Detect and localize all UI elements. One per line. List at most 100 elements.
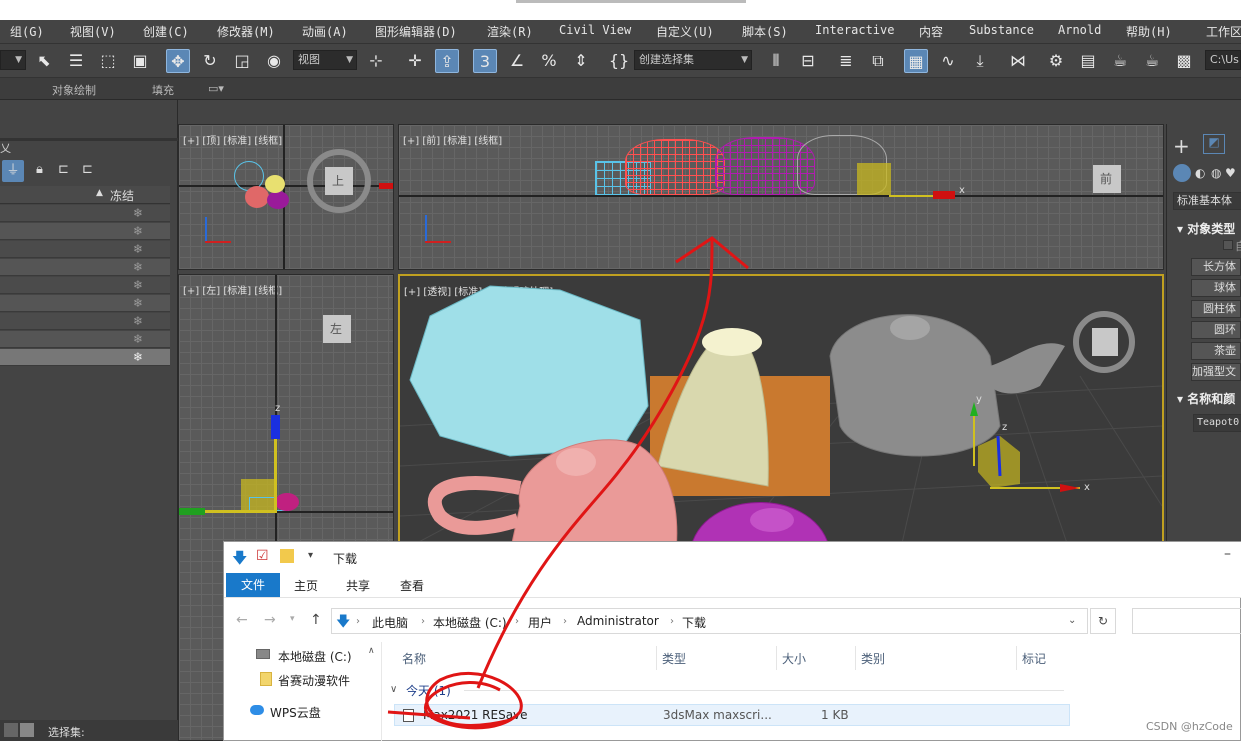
- rendered-frame-icon[interactable]: ▤: [1076, 49, 1100, 73]
- layer-icon[interactable]: [20, 723, 34, 737]
- rect-selection-icon[interactable]: ⬚: [96, 49, 120, 73]
- menu-view[interactable]: 视图(V): [70, 23, 116, 40]
- menu-arnold[interactable]: Arnold: [1058, 23, 1101, 37]
- scene-row[interactable]: ❄: [0, 295, 170, 312]
- refresh-icon[interactable]: ↻: [1090, 608, 1116, 634]
- up-icon[interactable]: ↑: [310, 612, 322, 628]
- spinner-snap-icon[interactable]: ⇕: [569, 49, 593, 73]
- new-folder-icon[interactable]: [280, 549, 294, 563]
- viewport-front-label[interactable]: [+] [前] [标准] [线框]: [403, 132, 502, 147]
- modify-tab-icon[interactable]: ◩: [1203, 134, 1225, 154]
- menu-rendering[interactable]: 渲染(R): [487, 23, 533, 40]
- snaps-toggle-icon[interactable]: 3: [473, 49, 497, 73]
- freeze-icon[interactable]: ❄: [133, 224, 143, 238]
- select-object-icon[interactable]: ⬉: [32, 49, 56, 73]
- pivot-icon[interactable]: ⊹: [364, 49, 388, 73]
- scene-row[interactable]: ❄: [0, 277, 170, 294]
- freeze-icon[interactable]: ❄: [133, 332, 143, 346]
- viewcube[interactable]: 前: [1093, 165, 1121, 193]
- group-header-today[interactable]: 今天 (1): [406, 682, 451, 699]
- light-bulb-icon[interactable]: ♥: [1225, 166, 1236, 180]
- object-name-field[interactable]: Teapot0: [1193, 414, 1241, 432]
- minimize-icon[interactable]: –: [1224, 546, 1231, 562]
- teapot-button[interactable]: 茶壶: [1191, 342, 1241, 360]
- nav-item-folder[interactable]: 省赛动漫软件: [278, 672, 350, 689]
- freeze-icon[interactable]: ❄: [133, 350, 143, 364]
- menu-scripting[interactable]: 脚本(S): [742, 23, 788, 40]
- nav-item-local-disk[interactable]: 本地磁盘 (C:): [278, 648, 352, 665]
- material-editor-icon[interactable]: ⋈: [1006, 49, 1030, 73]
- place-icon[interactable]: ◉: [262, 49, 286, 73]
- viewport-top[interactable]: [+] [顶] [标准] [线框] 上: [178, 124, 394, 270]
- chevron-up-icon[interactable]: ∧: [368, 646, 375, 656]
- scene-row[interactable]: ❄: [0, 259, 170, 276]
- fill-label[interactable]: 填充: [152, 82, 174, 98]
- back-icon[interactable]: ←: [236, 612, 248, 628]
- file-row[interactable]: Max2021 RESave 3dsMax maxscri... 1 KB: [394, 704, 1070, 726]
- project-path-field[interactable]: C:\Us: [1205, 50, 1241, 70]
- render-cloud-icon[interactable]: ▩: [1172, 49, 1196, 73]
- freeze-column-header[interactable]: 冻结: [110, 187, 134, 204]
- move-icon[interactable]: ✥: [166, 49, 190, 73]
- quick-access-dropdown-icon[interactable]: ▾: [308, 550, 313, 561]
- properties-icon[interactable]: ☑: [256, 548, 269, 564]
- viewcube[interactable]: [1092, 328, 1118, 356]
- toggle-layer-explorer-icon[interactable]: ⧉: [866, 49, 890, 73]
- object-paint-label[interactable]: 对象绘制: [52, 82, 96, 98]
- reference-coord-dropdown[interactable]: 视图 ▼: [293, 50, 357, 70]
- menu-workspaces[interactable]: 工作区: [1206, 23, 1241, 40]
- text-plus-button[interactable]: 加强型文: [1191, 363, 1241, 381]
- search-input[interactable]: [1132, 608, 1241, 634]
- menu-civil-view[interactable]: Civil View: [559, 23, 631, 37]
- name-color-header[interactable]: ▾ 名称和颜: [1177, 390, 1235, 407]
- breadcrumb-users[interactable]: 用户: [528, 614, 552, 631]
- menu-graph-editors[interactable]: 图形编辑器(D): [375, 23, 457, 40]
- viewcube[interactable]: 上: [325, 167, 353, 195]
- render-setup-icon[interactable]: ⚙: [1044, 49, 1068, 73]
- menu-modifiers[interactable]: 修改器(M): [217, 23, 275, 40]
- viewport-left-label[interactable]: [+] [左] [标准] [线框]: [183, 282, 282, 297]
- scene-row[interactable]: ❄: [0, 241, 170, 258]
- freeze-icon[interactable]: ❄: [133, 278, 143, 292]
- menu-create[interactable]: 创建(C): [143, 23, 189, 40]
- shapes-icon[interactable]: ◐: [1195, 166, 1205, 180]
- column-name[interactable]: 名称: [402, 650, 426, 667]
- object-type-header[interactable]: ▾ 对象类型: [1177, 220, 1235, 237]
- ribbon-options-icon[interactable]: ▭▾: [208, 82, 224, 95]
- tab-home[interactable]: 主页: [294, 577, 318, 594]
- filter-icon[interactable]: ⏚: [2, 160, 24, 182]
- tab-view[interactable]: 查看: [400, 577, 424, 594]
- column-tags[interactable]: 标记: [1022, 650, 1046, 667]
- download-arrow-icon[interactable]: 🡇: [232, 548, 247, 573]
- freeze-icon[interactable]: ❄: [133, 296, 143, 310]
- angle-snap-icon[interactable]: ∠: [505, 49, 529, 73]
- mirror-icon[interactable]: ⫴: [764, 49, 788, 73]
- tab-share[interactable]: 共享: [346, 577, 370, 594]
- scene-row[interactable]: ❄: [0, 313, 170, 330]
- column-type[interactable]: 类型: [662, 650, 686, 667]
- autogrid-checkbox[interactable]: [1223, 240, 1233, 250]
- keyboard-shortcut-icon[interactable]: ⇪: [435, 49, 459, 73]
- hierarchy-icon[interactable]: ⊏: [58, 162, 69, 177]
- viewport-perspective[interactable]: [+] [透视] [标准] [默认明暗处理]: [398, 274, 1164, 554]
- create-tab-icon[interactable]: +: [1173, 134, 1190, 158]
- scene-row[interactable]: ❄: [0, 205, 170, 222]
- menu-customize[interactable]: 自定义(U): [656, 23, 714, 40]
- rotate-icon[interactable]: ↻: [198, 49, 222, 73]
- nav-item-wps-cloud[interactable]: WPS云盘: [270, 704, 321, 721]
- scene-row-selected[interactable]: ❄: [0, 349, 170, 366]
- scale-icon[interactable]: ◲: [230, 49, 254, 73]
- file-name[interactable]: Max2021 RESave: [423, 708, 528, 722]
- breadcrumb-this-pc[interactable]: 此电脑: [372, 614, 408, 631]
- viewcube[interactable]: 左: [323, 315, 351, 343]
- freeze-icon[interactable]: ❄: [133, 260, 143, 274]
- viewport-top-label[interactable]: [+] [顶] [标准] [线框]: [183, 132, 282, 147]
- group-chevron-icon[interactable]: ∨: [390, 684, 397, 695]
- forward-icon[interactable]: →: [264, 612, 276, 628]
- cylinder-button[interactable]: 圆柱体: [1191, 300, 1241, 318]
- hierarchy-expand-icon[interactable]: ⊏: [82, 162, 93, 177]
- freeze-icon[interactable]: ❄: [133, 314, 143, 328]
- address-bar[interactable]: 🡇 › 此电脑 › 本地磁盘 (C:) › 用户 › Administrator…: [331, 608, 1088, 634]
- schematic-view-icon[interactable]: ⤓: [968, 49, 992, 73]
- freeze-icon[interactable]: ❄: [133, 242, 143, 256]
